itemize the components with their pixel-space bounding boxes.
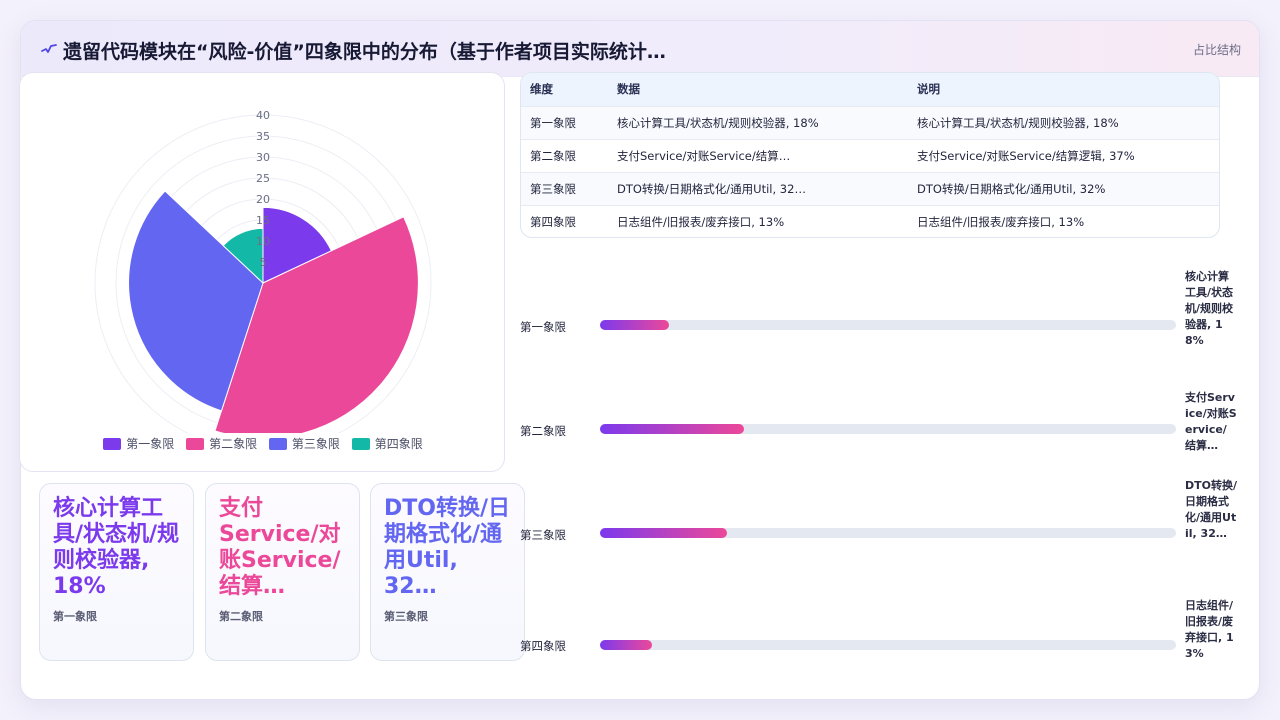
bar-label: 第四象限: [520, 639, 566, 653]
bar-label: 第二象限: [520, 424, 566, 438]
legend-swatch: [268, 438, 287, 450]
legend-label: 第四象限: [374, 437, 423, 451]
table-cell: 日志组件/旧报表/废弃接口, 13%: [608, 204, 908, 237]
table-cell: 第一象限: [521, 105, 608, 139]
table-cell: 核心计算工具/状态机/规则校验器, 18%: [908, 105, 1219, 139]
table-cell: 第二象限: [521, 138, 608, 172]
stat-value-text: 支付Service/对账Service/结算…: [219, 496, 341, 599]
table-row: 第四象限 日志组件/旧报表/废弃接口, 13% 日志组件/旧报表/废弃接口, 1…: [521, 204, 1219, 237]
bar-note: 支付Service/对账Service/结算…: [1185, 391, 1237, 452]
chart-legend: 第一象限 第二象限 第三象限 第四象限: [20, 435, 506, 452]
table-row: 第一象限 核心计算工具/状态机/规则校验器, 18% 核心计算工具/状态机/规则…: [521, 105, 1219, 139]
table-cell: 支付Service/对账Service/结算…: [608, 138, 908, 172]
page-title: 遗留代码模块在“风险-价值”四象限中的分布（基于作者项目实际统计…: [63, 41, 666, 63]
data-table: 维度 数据 说明 第一象限 核心计算工具/状态机/规则校验器, 18% 核心计算…: [520, 72, 1220, 238]
bar-note: 日志组件/旧报表/废弃接口, 13%: [1185, 599, 1234, 660]
bar-label: 第三象限: [520, 528, 566, 542]
stat-card-q1: 核心计算工具/状态机/规则校验器, 18% 第一象限: [39, 483, 194, 661]
table-header: 数据: [608, 73, 908, 106]
bar-fill: [600, 424, 744, 434]
radial-tick-label: 10: [256, 235, 270, 248]
stat-value: DTO转换/日期格式化/通用Util, 32… 第三象限: [384, 496, 516, 630]
stat-card-q2: 支付Service/对账Service/结算… 第二象限: [205, 483, 360, 661]
bar-fill: [600, 528, 727, 538]
table-header: 维度: [521, 73, 608, 106]
bar-row: 第一象限 核心计算工具/状态机/规则校验器, 18%: [520, 265, 1240, 385]
radial-tick-label: 40: [256, 109, 270, 122]
bar-fill: [600, 640, 652, 650]
stat-label: 第三象限: [384, 610, 428, 623]
bar-track: [600, 320, 1176, 330]
legend-swatch: [351, 438, 370, 450]
chart-type-tag: 占比结构: [1192, 43, 1241, 57]
bar-note: 核心计算工具/状态机/规则校验器, 18%: [1185, 270, 1234, 347]
legend-swatch: [103, 438, 122, 450]
table-row: 第三象限 DTO转换/日期格式化/通用Util, 32… DTO转换/日期格式化…: [521, 171, 1219, 205]
stat-value: 支付Service/对账Service/结算… 第二象限: [219, 496, 351, 630]
radial-tick-label: 35: [256, 130, 270, 143]
table-header: 说明: [908, 73, 1219, 106]
bar-track: [600, 640, 1176, 650]
table-cell: DTO转换/日期格式化/通用Util, 32%: [908, 171, 1219, 205]
radial-tick-label: 20: [256, 193, 270, 206]
bar-row: 第三象限 DTO转换/日期格式化/通用Util, 32…: [520, 478, 1240, 590]
legend-item-q4[interactable]: 第四象限: [351, 435, 423, 452]
stat-label: 第一象限: [53, 610, 97, 623]
legend-item-q1[interactable]: 第一象限: [103, 435, 174, 452]
table-cell: 支付Service/对账Service/结算逻辑, 37%: [908, 138, 1219, 172]
legend-label: 第三象限: [291, 437, 340, 451]
legend-swatch: [186, 438, 205, 450]
rose-chart: 40 35 30 25 20 15 10 5: [94, 109, 432, 433]
bar-fill: [600, 320, 670, 330]
table-cell: DTO转换/日期格式化/通用Util, 32…: [608, 171, 908, 205]
bar-row: 第二象限 支付Service/对账Service/结算…: [520, 390, 1240, 470]
header: 遗留代码模块在“风险-价值”四象限中的分布（基于作者项目实际统计… 占比结构: [21, 21, 1259, 77]
bar-track: [600, 424, 1176, 434]
table-row: 第二象限 支付Service/对账Service/结算… 支付Service/对…: [521, 138, 1219, 172]
bar-row: 第四象限 日志组件/旧报表/废弃接口, 13%: [520, 598, 1240, 694]
stat-value: 核心计算工具/状态机/规则校验器, 18% 第一象限: [53, 496, 185, 630]
table-header-row: 维度 数据 说明: [521, 73, 1219, 106]
legend-label: 第一象限: [126, 437, 175, 451]
stat-value-text: 核心计算工具/状态机/规则校验器, 18%: [53, 496, 180, 599]
stat-value-text: DTO转换/日期格式化/通用Util, 32…: [384, 496, 511, 599]
table-cell: 日志组件/旧报表/废弃接口, 13%: [908, 204, 1219, 237]
legend-label: 第二象限: [209, 437, 258, 451]
bar-track: [600, 528, 1176, 538]
table-cell: 核心计算工具/状态机/规则校验器, 18%: [608, 105, 908, 139]
rose-chart-panel: 40 35 30 25 20 15 10 5 第一象限 第二象限 第三象限 第四象限: [19, 72, 505, 472]
stat-label: 第二象限: [219, 610, 263, 623]
radial-tick-label: 5: [260, 256, 267, 269]
table-cell: 第三象限: [521, 171, 608, 205]
spark-line-icon: [41, 44, 57, 53]
stat-card-q3: DTO转换/日期格式化/通用Util, 32… 第三象限: [370, 483, 525, 661]
bar-label: 第一象限: [520, 320, 566, 334]
bar-note: DTO转换/日期格式化/通用Util, 32…: [1185, 479, 1238, 540]
legend-item-q3[interactable]: 第三象限: [268, 435, 340, 452]
radial-tick-label: 25: [256, 172, 270, 185]
legend-item-q2[interactable]: 第二象限: [186, 435, 257, 452]
radial-tick-label: 30: [256, 151, 270, 164]
radial-tick-label: 15: [256, 214, 270, 227]
table-cell: 第四象限: [521, 204, 608, 237]
